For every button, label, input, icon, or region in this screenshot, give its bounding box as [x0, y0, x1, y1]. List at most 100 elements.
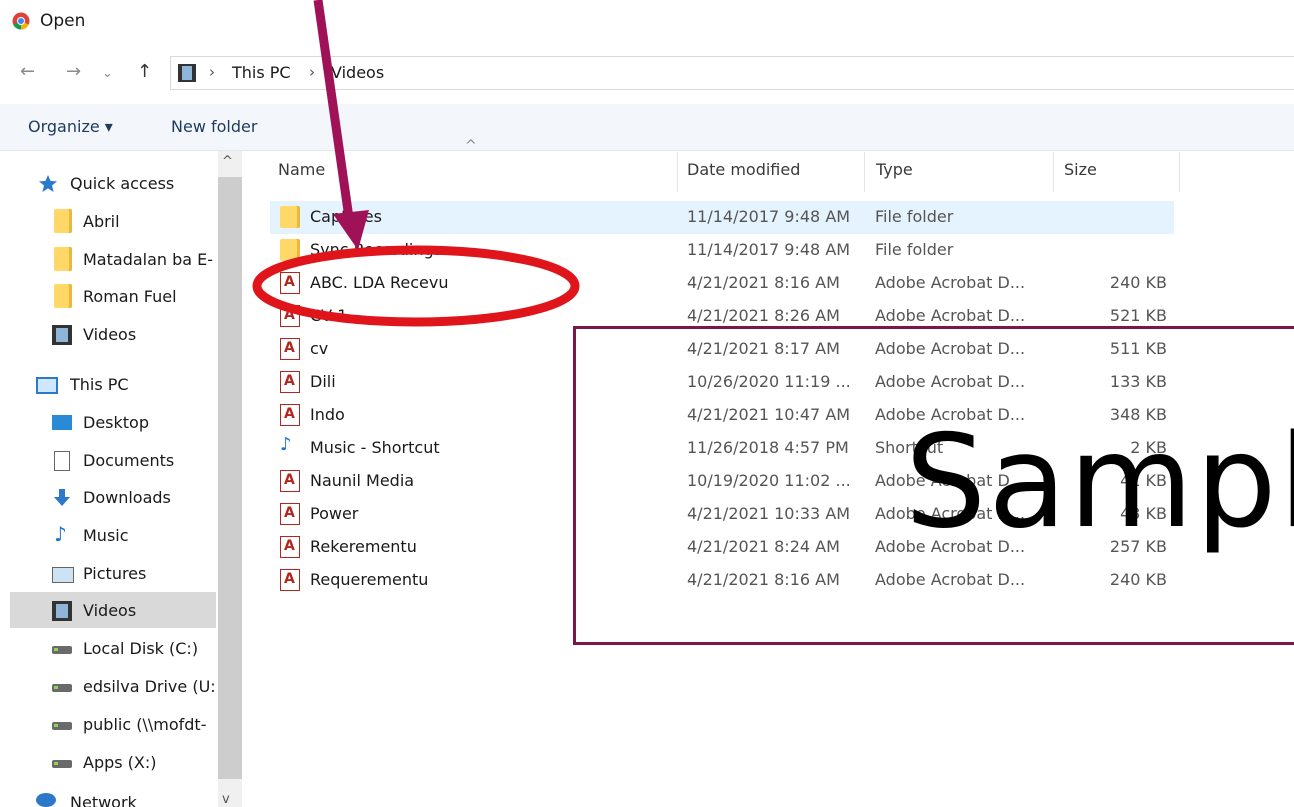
sample-watermark-text: Sampl	[905, 408, 1294, 557]
sidebar-item-label: Local Disk (C:)	[83, 639, 199, 658]
new-folder-button[interactable]: New folder	[171, 117, 257, 136]
file-name: ABC. LDA Recevu	[310, 273, 449, 292]
sidebar-item-label: Abril	[83, 212, 120, 231]
file-name: Rekerementu	[310, 537, 417, 556]
column-divider[interactable]	[1179, 152, 1180, 192]
recent-locations-chevron-icon[interactable]: ⌄	[102, 64, 113, 84]
video-folder-icon	[178, 64, 196, 82]
window-title: Open	[40, 11, 86, 31]
file-size: 240 KB	[1109, 273, 1167, 292]
sidebar-item-music[interactable]: ♪ Music	[10, 517, 216, 553]
sidebar-item-label: Videos	[83, 325, 137, 344]
address-bar[interactable]: › This PC › Videos	[170, 56, 1294, 90]
sidebar-item-pictures[interactable]: Pictures	[10, 555, 216, 591]
file-name: Sync Recordings	[310, 240, 443, 259]
column-divider[interactable]	[677, 152, 678, 192]
sidebar-item-desktop[interactable]: Desktop	[10, 404, 216, 440]
forward-arrow-icon[interactable]: →	[66, 62, 81, 82]
breadcrumb-videos[interactable]: Videos	[331, 63, 384, 82]
network-drive-icon	[52, 722, 72, 730]
breadcrumb-chevron-icon[interactable]: ›	[309, 63, 315, 81]
pdf-icon	[280, 404, 300, 426]
file-name: Requerementu	[310, 570, 429, 589]
file-name: Naunil Media	[310, 471, 415, 490]
picture-icon	[52, 567, 74, 583]
breadcrumb-chevron-icon[interactable]: ›	[209, 63, 215, 81]
music-note-icon: ♪	[54, 522, 67, 546]
pdf-icon	[280, 569, 300, 591]
sidebar-item-videos[interactable]: Videos	[10, 592, 216, 628]
column-header-type[interactable]: Type	[876, 160, 913, 179]
document-icon	[54, 451, 70, 471]
pdf-icon	[280, 272, 300, 294]
sidebar-item-this-pc[interactable]: This PC	[10, 366, 216, 402]
file-row[interactable]: Captures 11/14/2017 9:48 AM File folder	[270, 201, 1174, 234]
file-date: 4/21/2021 8:16 AM	[687, 273, 840, 292]
sidebar-item-quick-access[interactable]: Quick access	[10, 165, 216, 201]
sidebar-item-label: Pictures	[83, 564, 147, 583]
column-header-name[interactable]: Name	[278, 160, 325, 179]
file-date: 4/21/2021 8:26 AM	[687, 306, 840, 325]
folder-icon	[54, 209, 72, 233]
sidebar-item-abril[interactable]: Abril	[10, 203, 216, 239]
sidebar-item-matadalan[interactable]: Matadalan ba E-	[10, 241, 216, 277]
scrollbar-thumb[interactable]	[218, 177, 242, 779]
breadcrumb-this-pc[interactable]: This PC	[232, 63, 291, 82]
folder-icon	[54, 284, 72, 308]
video-icon	[52, 325, 72, 345]
sidebar-item-label: This PC	[70, 375, 129, 394]
sidebar-item-label: Apps (X:)	[83, 753, 157, 772]
scroll-down-chevron-icon[interactable]: v	[222, 792, 230, 807]
file-name: Indo	[310, 405, 345, 424]
sidebar-item-roman-fuel[interactable]: Roman Fuel	[10, 278, 216, 314]
local-disk-icon	[52, 646, 72, 654]
column-header-size[interactable]: Size	[1064, 160, 1097, 179]
sidebar-item-label: Matadalan ba E-	[83, 250, 214, 269]
file-name: CV 1	[310, 306, 348, 325]
sidebar-item-public[interactable]: public (\\mofdt-	[10, 706, 216, 742]
download-arrow-icon	[54, 489, 70, 506]
file-size: 521 KB	[1109, 306, 1167, 325]
sidebar-item-documents[interactable]: Documents	[10, 442, 216, 478]
scroll-up-chevron-icon[interactable]: ^	[222, 154, 233, 169]
sidebar-item-label: Downloads	[83, 488, 171, 507]
file-row[interactable]: Sync Recordings 11/14/2017 9:48 AM File …	[270, 234, 1174, 267]
column-divider[interactable]	[1053, 152, 1054, 192]
file-date: 11/14/2017 9:48 AM	[687, 240, 851, 259]
sort-ascending-caret-icon: ^	[465, 138, 477, 154]
file-type: Adobe Acrobat D...	[875, 273, 1026, 292]
sidebar-item-label: Documents	[83, 451, 175, 470]
back-arrow-icon[interactable]: ←	[20, 62, 35, 82]
organize-button[interactable]: Organize ▾	[28, 117, 113, 136]
sidebar-item-label: Videos	[83, 601, 137, 620]
pdf-icon	[280, 371, 300, 393]
sidebar-item-network[interactable]: Network	[10, 789, 216, 807]
file-name: Power	[310, 504, 359, 523]
pdf-icon	[280, 503, 300, 525]
sidebar-item-downloads[interactable]: Downloads	[10, 479, 216, 515]
sidebar-item-label: Network	[70, 793, 137, 807]
file-type: Adobe Acrobat D...	[875, 306, 1026, 325]
pdf-icon	[280, 338, 300, 360]
folder-icon	[54, 247, 72, 271]
sidebar-item-apps[interactable]: Apps (X:)	[10, 744, 216, 780]
up-arrow-icon[interactable]: ↑	[137, 62, 152, 82]
sidebar-item-edsilva-drive[interactable]: edsilva Drive (U:)	[10, 668, 216, 704]
pdf-icon	[280, 305, 300, 327]
sidebar-item-local-disk[interactable]: Local Disk (C:)	[10, 630, 216, 666]
pdf-icon	[280, 536, 300, 558]
file-name: cv	[310, 339, 329, 358]
command-bar: Organize ▾ New folder	[0, 104, 1294, 151]
computer-icon	[36, 377, 58, 394]
sidebar-item-videos-quick[interactable]: Videos	[10, 316, 216, 352]
file-type: File folder	[875, 207, 954, 226]
column-header-date-modified[interactable]: Date modified	[687, 160, 800, 179]
folder-icon	[280, 206, 300, 228]
sidebar-item-label: Music	[83, 526, 129, 545]
network-drive-icon	[52, 760, 72, 768]
column-divider[interactable]	[864, 152, 865, 192]
sidebar-item-label: Quick access	[70, 174, 175, 193]
file-row[interactable]: ABC. LDA Recevu 4/21/2021 8:16 AM Adobe …	[270, 267, 1174, 300]
folder-icon	[280, 239, 300, 261]
network-icon	[36, 793, 56, 807]
